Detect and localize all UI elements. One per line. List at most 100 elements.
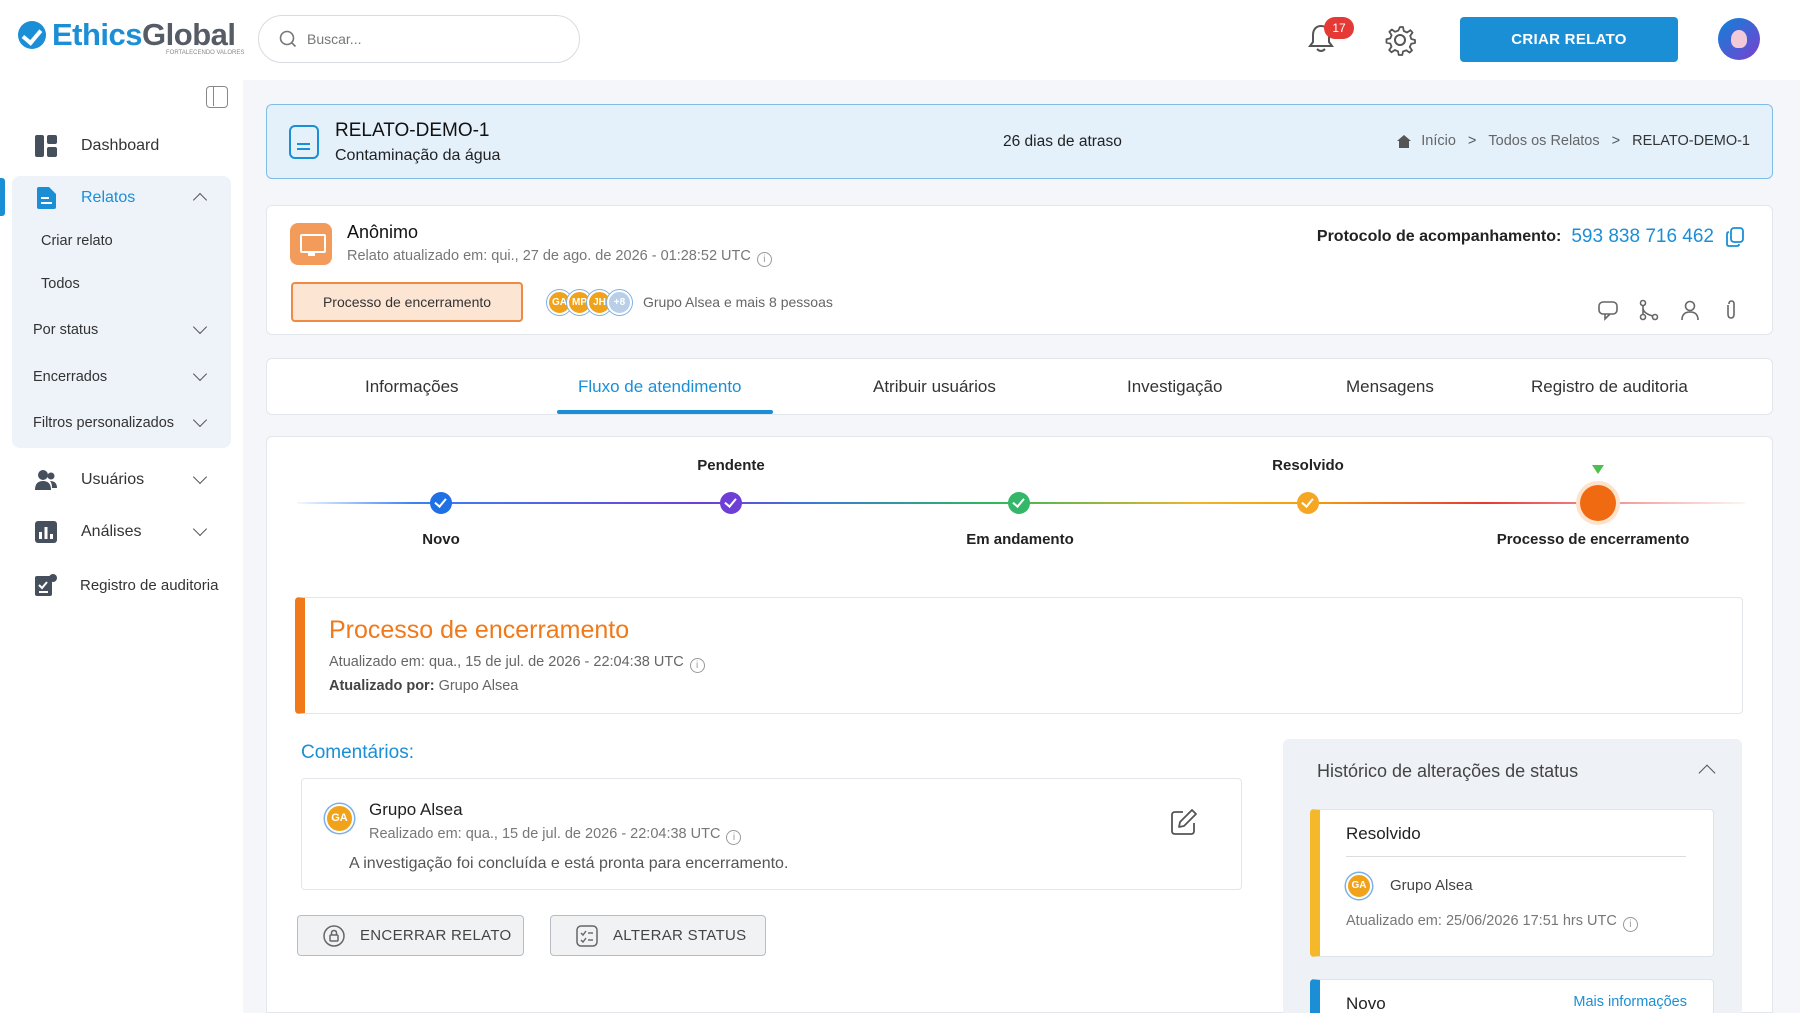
history-entry: Novo Mais informações — [1310, 979, 1714, 1013]
tab-atribuir-usuarios[interactable]: Atribuir usuários — [873, 377, 996, 397]
chat-icon[interactable] — [1597, 299, 1619, 321]
tab-investigacao[interactable]: Investigação — [1127, 377, 1222, 397]
sidebar-item-usuarios[interactable]: Usuários — [0, 458, 243, 502]
gear-icon[interactable] — [1384, 24, 1416, 56]
sidebar-item-relatos[interactable]: Relatos — [0, 176, 243, 220]
create-report-button[interactable]: CRIAR RELATO — [1460, 17, 1678, 62]
sidebar-item-encerrados[interactable]: Encerrados — [0, 355, 243, 399]
notification-badge: 17 — [1324, 17, 1354, 39]
tab-informacoes[interactable]: Informações — [365, 377, 459, 397]
ethicsglobal-logo[interactable]: EthicsGlobal — [18, 17, 236, 52]
sidebar-label-auditoria: Registro de auditoria — [80, 576, 219, 594]
reporter-name: Anônimo — [347, 222, 419, 242]
close-report-button[interactable]: ENCERRAR RELATO — [297, 915, 524, 956]
status-history-panel: Histórico de alterações de status Resolv… — [1283, 739, 1742, 1013]
history-entry: Resolvido GA Grupo Alsea Atualizado em: … — [1310, 809, 1714, 957]
chevron-down-icon — [192, 521, 208, 537]
current-status-title: Processo de encerramento — [329, 616, 630, 644]
attachment-icon[interactable] — [1720, 299, 1742, 321]
current-status-updated: Atualizado em: qua., 15 de jul. de 2026 … — [329, 654, 705, 673]
sidebar-item-auditoria[interactable]: Registro de auditoria — [0, 563, 243, 607]
edit-icon[interactable] — [1170, 808, 1198, 836]
report-document-icon — [289, 125, 319, 159]
users-icon — [35, 470, 57, 490]
sidebar-item-por-status[interactable]: Por status — [0, 308, 243, 352]
tab-fluxo-de-atendimento[interactable]: Fluxo de atendimento — [578, 377, 742, 397]
search-icon — [279, 30, 297, 48]
assignee-summary: Grupo Alsea e mais 8 pessoas — [643, 294, 833, 310]
logo-text: EthicsGlobal — [52, 17, 236, 52]
logo-check-icon — [18, 21, 46, 49]
audit-log-icon — [35, 574, 57, 596]
avatar: GA — [1346, 873, 1372, 899]
info-icon[interactable]: i — [756, 252, 772, 267]
comment-timestamp: Realizado em: qua., 15 de jul. de 2026 -… — [369, 826, 742, 845]
checklist-icon — [576, 924, 598, 947]
copy-icon[interactable] — [1726, 227, 1744, 247]
chevron-up-icon — [192, 192, 208, 208]
sidebar-item-filtros[interactable]: Filtros personalizados — [0, 401, 243, 445]
step-label-novo: Novo — [422, 531, 460, 548]
user-assign-icon[interactable] — [1679, 299, 1701, 321]
search-input[interactable] — [307, 31, 557, 47]
chevron-down-icon — [192, 412, 208, 428]
step-em-andamento — [1008, 492, 1030, 514]
breadcrumb-all-reports[interactable]: Todos os Relatos — [1488, 133, 1599, 149]
sidebar-item-analises[interactable]: Análises — [0, 510, 243, 554]
dashboard-icon — [35, 135, 57, 157]
collapse-sidebar-icon[interactable] — [206, 86, 228, 108]
report-id: RELATO-DEMO-1 — [335, 120, 490, 141]
sidebar-label-encerrados: Encerrados — [33, 369, 108, 385]
more-info-link[interactable]: Mais informações — [1573, 994, 1687, 1010]
comment-text: A investigação foi concluída e está pron… — [349, 855, 789, 872]
info-icon[interactable]: i — [1622, 917, 1638, 932]
report-updated-at: Relato atualizado em: qui., 27 de ago. d… — [347, 248, 772, 267]
current-step-marker-icon — [1592, 465, 1604, 474]
chevron-down-icon — [192, 469, 208, 485]
report-info-card: Anônimo Relato atualizado em: qui., 27 d… — [266, 205, 1773, 335]
sidebar-item-todos[interactable]: Todos — [41, 276, 80, 292]
home-icon — [1397, 134, 1412, 148]
document-icon — [37, 187, 56, 209]
info-icon[interactable]: i — [689, 658, 705, 673]
breadcrumb-home[interactable]: Início — [1421, 133, 1456, 149]
lock-icon — [323, 924, 345, 947]
chevron-down-icon — [192, 319, 208, 335]
history-entry-author: Grupo Alsea — [1390, 877, 1473, 894]
tab-mensagens[interactable]: Mensagens — [1346, 377, 1434, 397]
report-subject: Contaminação da água — [335, 147, 501, 164]
status-history-title: Histórico de alterações de status — [1317, 761, 1579, 781]
sidebar-label-analises: Análises — [81, 523, 142, 540]
branch-icon[interactable] — [1638, 299, 1660, 321]
chevron-up-icon[interactable] — [1698, 764, 1716, 782]
user-avatar[interactable] — [1718, 18, 1760, 60]
protocol: Protocolo de acompanhamento: 593 838 716… — [1317, 226, 1744, 248]
avatar: GA — [325, 804, 354, 833]
history-entry-updated: Atualizado em: 25/06/2026 17:51 hrs UTC i — [1346, 913, 1638, 932]
tab-registro-de-auditoria[interactable]: Registro de auditoria — [1531, 377, 1688, 397]
protocol-number: 593 838 716 462 — [1571, 226, 1714, 247]
breadcrumb-current: RELATO-DEMO-1 — [1632, 133, 1750, 149]
report-tabs: Informações Fluxo de atendimento Atribui… — [266, 358, 1773, 415]
protocol-label: Protocolo de acompanhamento: — [1316, 228, 1562, 245]
sidebar-label-usuarios: Usuários — [81, 471, 145, 488]
sidebar-label-por-status: Por status — [33, 322, 99, 338]
sidebar-item-criar-relato[interactable]: Criar relato — [41, 233, 113, 249]
step-label-pendente: Pendente — [697, 457, 765, 474]
chart-icon — [35, 521, 57, 543]
logo-tagline: FORTALECENDO VALORES — [166, 50, 245, 56]
change-status-button[interactable]: ALTERAR STATUS — [550, 915, 766, 956]
info-icon[interactable]: i — [726, 830, 742, 845]
step-label-em-andamento: Em andamento — [966, 531, 1074, 548]
sidebar-item-dashboard[interactable]: Dashboard — [0, 124, 243, 168]
assignee-avatars[interactable]: GA MP JH +8 — [547, 290, 632, 315]
comment-item: GA Grupo Alsea Realizado em: qua., 15 de… — [301, 778, 1242, 890]
search-box[interactable] — [258, 15, 580, 63]
report-header: RELATO-DEMO-1 Contaminação da água 26 di… — [266, 104, 1773, 179]
comment-author: Grupo Alsea — [369, 800, 463, 819]
sidebar-label-relatos: Relatos — [81, 189, 136, 206]
top-bar: EthicsGlobal FORTALECENDO VALORES 17 CRI… — [0, 0, 1800, 80]
monitor-icon — [290, 223, 332, 265]
report-toolbar — [1578, 299, 1742, 321]
step-novo — [430, 492, 452, 514]
